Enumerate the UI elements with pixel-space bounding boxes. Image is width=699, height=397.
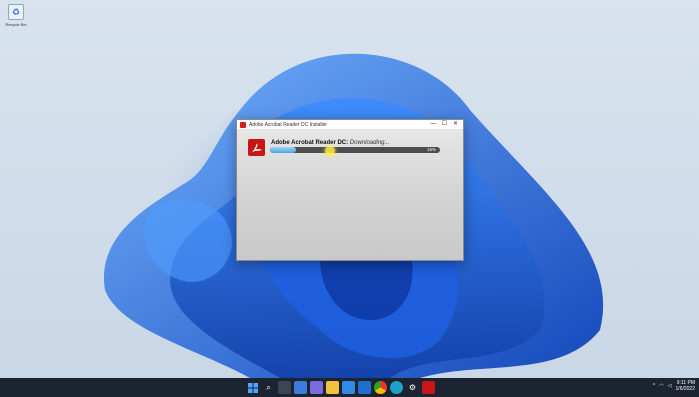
taskbar: ⌕ ⚙ ^ ◠ ◁ 9:11 PM 1/6/2022 [0, 378, 699, 397]
clock[interactable]: 9:11 PM 1/6/2022 [676, 380, 695, 392]
mouse-cursor-highlight [325, 146, 335, 156]
volume-icon[interactable]: ◁ [668, 383, 672, 389]
search-icon[interactable]: ⌕ [262, 381, 275, 394]
desktop: ♻ Recycle Bin Adobe Acrobat Reader DC In… [0, 0, 699, 378]
taskbar-apps: ⌕ ⚙ [246, 381, 435, 394]
acrobat-app-icon [240, 121, 246, 128]
microsoft-store-icon[interactable] [342, 381, 355, 394]
wifi-icon[interactable]: ◠ [659, 383, 663, 389]
chat-icon[interactable] [310, 381, 323, 394]
title-bar[interactable]: Adobe Acrobat Reader DC Installer — ☐ ✕ [237, 120, 463, 130]
acrobat-logo-icon [248, 139, 265, 156]
progress-bar: 15% [270, 147, 440, 153]
minimize-button[interactable]: — [428, 120, 439, 129]
file-explorer-icon[interactable] [326, 381, 339, 394]
recycle-icon: ♻ [8, 4, 24, 20]
clock-date: 1/6/2022 [675, 386, 695, 392]
installer-window[interactable]: Adobe Acrobat Reader DC Installer — ☐ ✕ … [236, 119, 464, 261]
edge-icon[interactable] [390, 381, 403, 394]
task-view-icon[interactable] [278, 381, 291, 394]
window-title: Adobe Acrobat Reader DC Installer [249, 121, 328, 128]
progress-percent: 15% [426, 147, 436, 152]
mail-icon[interactable] [358, 381, 371, 394]
recycle-bin-icon[interactable]: ♻ Recycle Bin [3, 4, 29, 27]
widgets-icon[interactable] [294, 381, 307, 394]
system-tray: ^ ◠ ◁ 9:11 PM 1/6/2022 [653, 380, 695, 392]
status-state: Downloading... [349, 140, 390, 146]
acrobat-taskbar-icon[interactable] [422, 381, 435, 394]
product-name: Adobe Acrobat Reader DC: [271, 140, 349, 146]
desktop-icon-label: Recycle Bin [5, 22, 27, 27]
maximize-button[interactable]: ☐ [439, 120, 450, 129]
chevron-up-icon[interactable]: ^ [653, 383, 655, 389]
start-icon[interactable] [246, 381, 259, 394]
close-button[interactable]: ✕ [450, 120, 461, 129]
settings-icon[interactable]: ⚙ [406, 381, 419, 394]
progress-fill [270, 147, 296, 153]
chrome-icon[interactable] [374, 381, 387, 394]
